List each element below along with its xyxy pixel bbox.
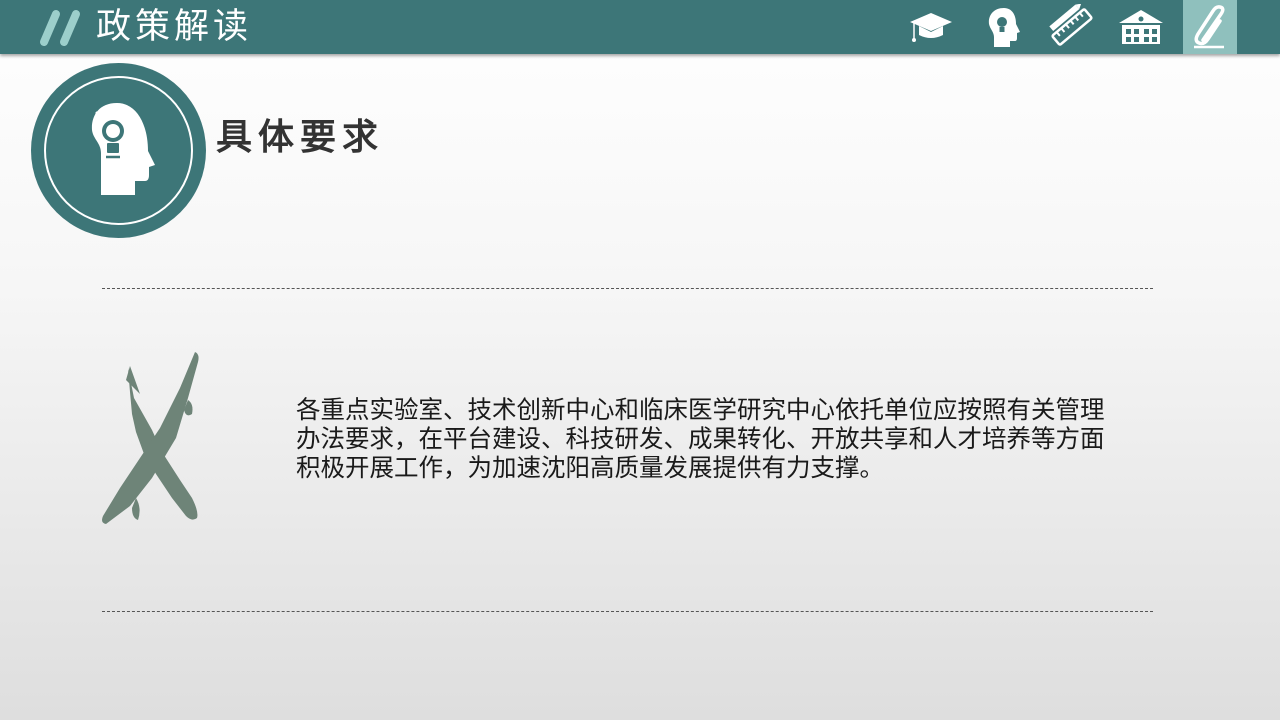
nav-tab-school[interactable] (1114, 0, 1168, 54)
graduation-cap-icon (910, 13, 952, 42)
nav-tab-tools[interactable] (1045, 0, 1099, 54)
page-title: 政策解读 (96, 7, 253, 47)
head-lightbulb-icon (988, 8, 1020, 47)
paperclip-icon (1194, 5, 1225, 49)
nav-tab-ideas[interactable] (977, 0, 1031, 54)
school-building-icon (1119, 10, 1163, 44)
section-title: 具体要求 (216, 117, 385, 158)
head-lightbulb-icon (91, 103, 155, 195)
pencil-ruler-icon (1049, 4, 1093, 46)
divider-bottom (102, 611, 1153, 612)
policy-text: 各重点实验室、技术创新中心和临床医学研究中心依托单位应按照有关管理办法要求，在平… (296, 395, 1105, 482)
pencil-ruler-cross-icon (102, 352, 199, 524)
top-bar: 政策解读 (0, 0, 1280, 54)
nav-tab-graduation[interactable] (904, 0, 958, 54)
nav-tab-attach[interactable] (1183, 0, 1237, 54)
divider-top (102, 288, 1153, 289)
double-slash-logo (40, 10, 80, 46)
section-badge (31, 63, 206, 238)
